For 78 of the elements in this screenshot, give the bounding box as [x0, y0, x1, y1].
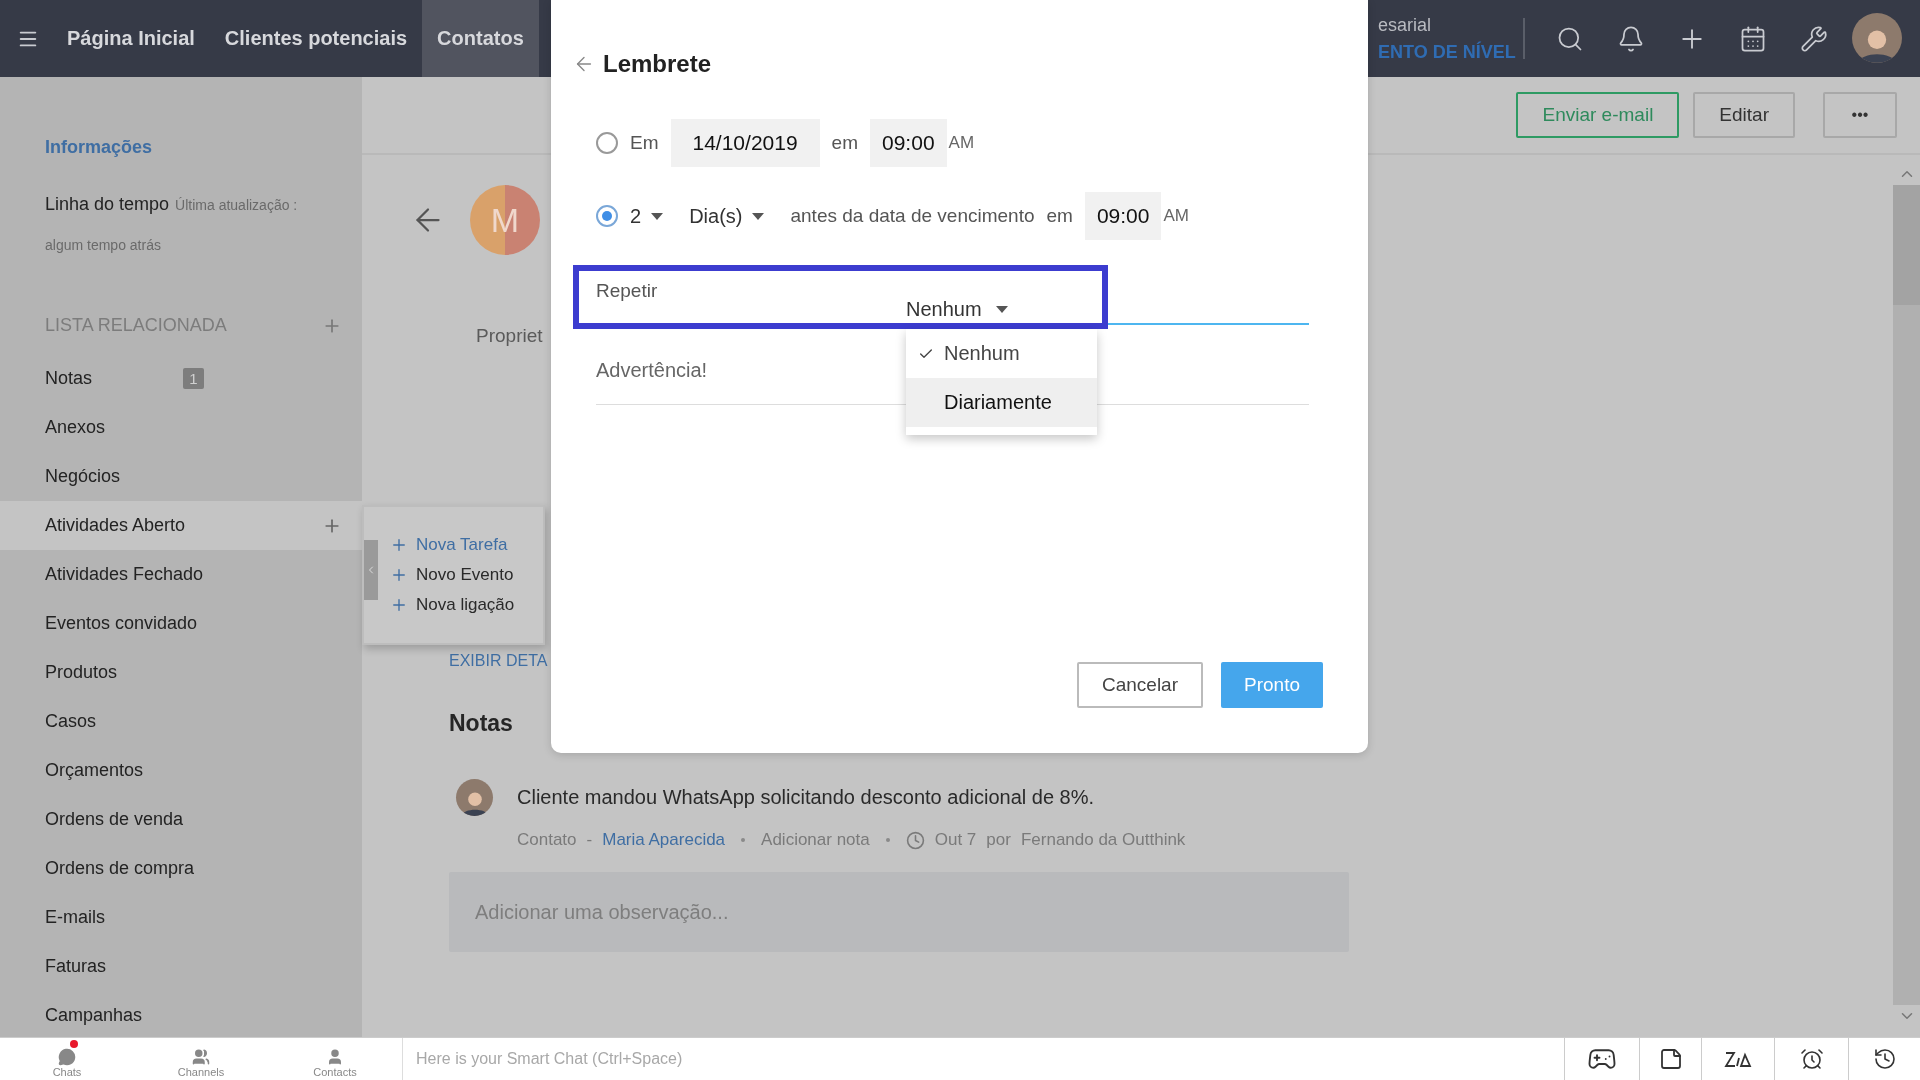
- dialog-title: Lembrete: [603, 50, 712, 78]
- related-list-item[interactable]: Faturas: [0, 942, 362, 991]
- unit-select[interactable]: Dia(s): [689, 204, 765, 228]
- nav-tab[interactable]: Contatos: [422, 0, 539, 77]
- related-list-item[interactable]: Negócios: [0, 452, 362, 501]
- header-button[interactable]: Editar: [1693, 92, 1795, 138]
- time-field[interactable]: 09:00: [870, 119, 947, 167]
- separator: -: [586, 830, 593, 850]
- menu-item[interactable]: Novo Evento: [390, 565, 543, 585]
- plus-icon: [390, 536, 408, 554]
- caret-icon: [651, 212, 664, 220]
- date-field[interactable]: 14/10/2019: [670, 119, 820, 167]
- plus-icon: [390, 596, 408, 614]
- module-label: Contato: [517, 830, 577, 850]
- related-list-item[interactable]: Ordens de compra: [0, 844, 362, 893]
- field-label: Propriet: [476, 325, 543, 347]
- repeat-select[interactable]: Nenhum: [904, 265, 1309, 325]
- related-list-item[interactable]: Produtos: [0, 648, 362, 697]
- sticky-note-icon[interactable]: [1639, 1038, 1701, 1080]
- related-list-item[interactable]: Campanhas: [0, 991, 362, 1040]
- radio-button[interactable]: [596, 132, 618, 154]
- group-icon: [192, 1048, 210, 1066]
- option-label: antes da data de vencimento: [790, 205, 1035, 227]
- related-list-item[interactable]: Orçamentos: [0, 746, 362, 795]
- related-list-item[interactable]: Eventos convidado: [0, 599, 362, 648]
- history-icon[interactable]: [1848, 1038, 1920, 1080]
- timeline-link[interactable]: Linha do tempo: [45, 194, 170, 215]
- app-shortcut[interactable]: Channels: [134, 1038, 268, 1080]
- at-label: em: [831, 132, 858, 154]
- more-button[interactable]: •••: [1823, 92, 1897, 138]
- by-label: por: [986, 830, 1011, 850]
- chat-bubble-icon: [58, 1048, 76, 1066]
- cancel-button[interactable]: Cancelar: [1076, 662, 1203, 708]
- record-avatar: M: [470, 185, 540, 255]
- edition-label: esarial: [1378, 14, 1433, 36]
- option-label: Em: [630, 132, 659, 154]
- related-list-item[interactable]: Atividades Aberto: [0, 501, 362, 550]
- caret-icon: [995, 305, 1008, 313]
- at-label: em: [1046, 205, 1073, 227]
- nav-tab[interactable]: Página Inicial: [52, 0, 210, 77]
- user-avatar[interactable]: [1852, 13, 1902, 63]
- app-shortcut[interactable]: Contacts: [268, 1038, 402, 1080]
- dropdown-option[interactable]: Nenhum: [906, 329, 1097, 378]
- related-list-item[interactable]: Notas 1: [0, 354, 362, 403]
- collapse-handle[interactable]: [364, 540, 378, 600]
- repeat-label: Repetir: [596, 280, 659, 302]
- caret-icon: [752, 212, 765, 220]
- note-author: Fernando da Outthink: [1020, 830, 1186, 850]
- related-list-item[interactable]: Atividades Fechado: [0, 550, 362, 599]
- plus-icon: [390, 566, 408, 584]
- nav-tab[interactable]: Clientes potenciais: [209, 0, 423, 77]
- gamepad-icon[interactable]: [1564, 1038, 1639, 1080]
- dropdown-option[interactable]: Diariamente: [906, 378, 1097, 427]
- menu-item[interactable]: Nova ligação: [390, 595, 543, 615]
- last-update-time: algum tempo atrás: [45, 237, 161, 253]
- app-shortcut[interactable]: Chats: [0, 1038, 134, 1080]
- person-icon: [326, 1048, 344, 1066]
- last-update-label: Última atualização :: [175, 197, 298, 213]
- note-input-field[interactable]: Adicionar uma observação...: [449, 872, 1349, 952]
- meridiem-label: AM: [948, 133, 975, 153]
- section-title: Notas: [449, 710, 513, 737]
- time-field[interactable]: 09:00: [1084, 192, 1162, 240]
- smart-chat-field[interactable]: Here is your Smart Chat (Ctrl+Space): [402, 1038, 1564, 1080]
- related-list-item[interactable]: E-mails: [0, 893, 362, 942]
- count-select[interactable]: 2: [630, 204, 664, 228]
- scroll-thumb[interactable]: [1893, 185, 1920, 305]
- section-title: LISTA RELACIONADA: [45, 315, 227, 336]
- alarm-clock-icon[interactable]: [1774, 1038, 1848, 1080]
- zia-icon[interactable]: [1701, 1038, 1774, 1080]
- meridiem-label: AM: [1163, 206, 1189, 226]
- note-text: Cliente mandou WhatsApp solicitando desconto adicional de 8%.: [517, 786, 1095, 809]
- clock-icon: [905, 830, 925, 850]
- radio-button[interactable]: [596, 205, 618, 227]
- note-date: Out 7: [934, 830, 977, 850]
- related-list-item[interactable]: Anexos: [0, 403, 362, 452]
- related-list-item[interactable]: Casos: [0, 697, 362, 746]
- count-badge: 1: [183, 368, 204, 389]
- related-list-item[interactable]: Ordens de venda: [0, 795, 362, 844]
